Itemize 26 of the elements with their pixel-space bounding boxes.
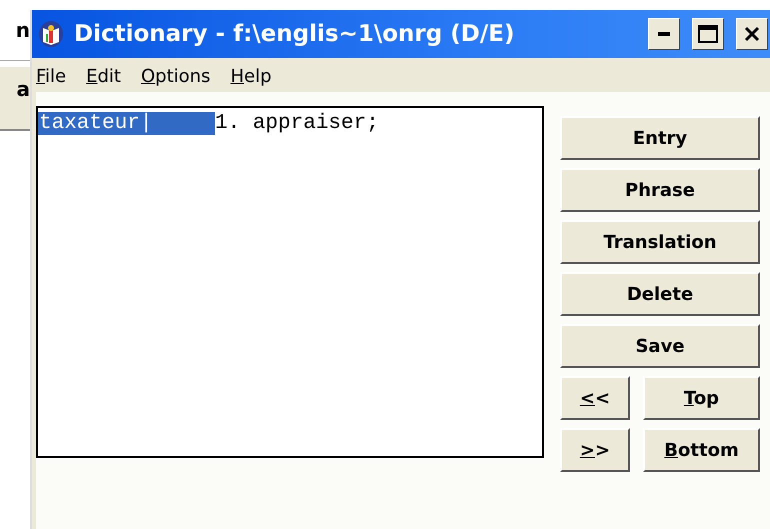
- nav-button[interactable]: <<: [560, 376, 630, 420]
- action-button[interactable]: Phrase: [560, 168, 760, 212]
- menu-item[interactable]: Help: [230, 66, 272, 92]
- nav-button[interactable]: Top: [643, 376, 760, 420]
- menu-item[interactable]: Options: [140, 66, 210, 92]
- window-title: Dictionary - f:\englis~1\onrg (D/E): [74, 21, 516, 47]
- background-window-text: n: [16, 18, 30, 42]
- nav-button[interactable]: >>: [560, 428, 630, 472]
- nav-button[interactable]: Bottom: [643, 428, 760, 472]
- minimize-icon: [658, 32, 670, 36]
- maximize-button[interactable]: [692, 18, 724, 50]
- headword-text: taxateur|: [38, 112, 215, 135]
- action-button[interactable]: Save: [560, 324, 760, 368]
- action-button[interactable]: Delete: [560, 272, 760, 316]
- action-button[interactable]: Entry: [560, 116, 760, 160]
- text-editor[interactable]: taxateur| 1. appraiser;: [36, 106, 544, 458]
- close-icon: [744, 26, 760, 42]
- background-window-text: a: [16, 77, 30, 101]
- menu-item[interactable]: File: [36, 66, 66, 92]
- definition-text: 1. appraiser;: [215, 112, 379, 135]
- book-icon: [38, 20, 64, 48]
- menu-item[interactable]: Edit: [86, 66, 121, 92]
- minimize-button[interactable]: [648, 18, 680, 50]
- close-button[interactable]: [736, 18, 768, 50]
- maximize-icon: [698, 25, 718, 43]
- action-button[interactable]: Translation: [560, 220, 760, 264]
